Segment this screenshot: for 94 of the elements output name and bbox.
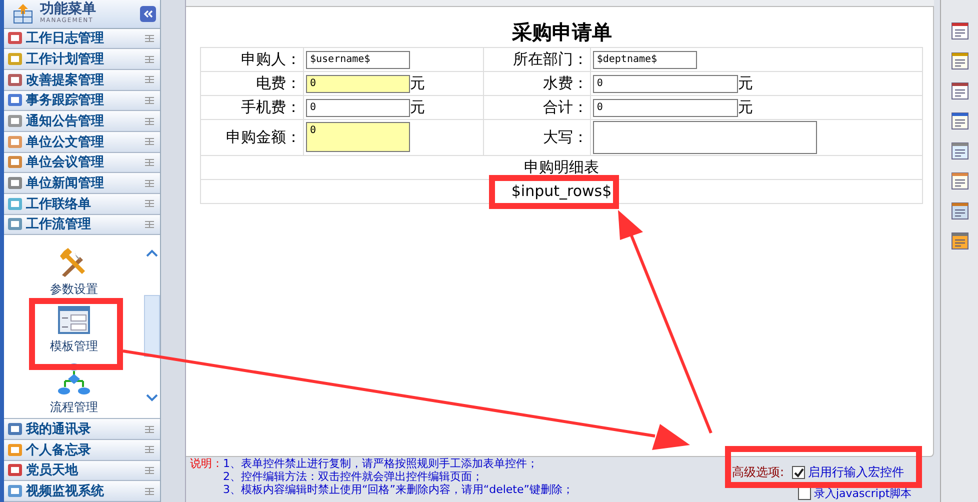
menu-icon [7,113,23,130]
grip-icon [145,200,154,208]
checkbox[interactable] [798,487,811,500]
sidebar-title: 功能菜单 [40,2,97,18]
scroll-down-icon[interactable] [146,394,158,402]
grip-icon [145,446,154,454]
grip-icon [145,76,154,84]
menu-icon [7,196,23,212]
menu-icon [7,72,23,88]
grip-icon [145,466,154,474]
module-item[interactable]: 流程管理 [50,363,98,416]
unit-label: 元 [738,74,753,92]
macro-text: $input_rows$ [511,182,612,200]
menu-item[interactable]: 通知公告管理 [4,111,160,132]
tool-icon[interactable] [950,142,968,160]
menu-item[interactable]: 工作流管理 [4,214,160,236]
field-label: 申购金额： [200,119,304,156]
collapse-button[interactable] [140,6,156,22]
form-icon [58,306,90,334]
tool-icon[interactable] [950,52,968,70]
menu-item[interactable]: 单位新闻管理 [4,173,160,194]
menu-item[interactable]: 工作计划管理 [4,49,160,70]
tool-icon[interactable] [950,82,968,100]
chevrons-icon [143,10,153,18]
menu-item[interactable]: 视频监视系统 [4,481,160,502]
grip-icon [145,138,154,146]
flowchart-icon [57,363,91,396]
menu-icon [7,92,23,108]
tool-icon[interactable] [950,202,968,220]
menu-item[interactable]: 工作联络单 [4,194,160,215]
menu-icon [7,216,23,232]
field-label: 申购人： [200,47,304,72]
note-line: 1、表单控件禁止进行复制，请严格按照规则手工添加表单控件； [223,457,539,470]
field-label: 电费： [200,71,304,96]
grip-icon [145,220,154,228]
menu-icon [7,483,23,500]
menu-icon [7,30,23,46]
home-icon [12,2,34,25]
menu-item[interactable]: 我的通讯录 [4,419,160,440]
field-label: 手机费： [200,95,304,120]
unit-label: 元 [410,98,425,116]
grip-icon [145,34,154,42]
tool-icon[interactable] [950,112,968,130]
notes-label: 说明： [190,457,223,472]
field-label: 所在部门： [483,47,590,72]
tool-icon[interactable] [950,22,968,40]
grip-icon [145,488,154,495]
unit-label: 元 [738,98,753,116]
module-item[interactable]: 参数设置 [50,247,98,298]
option-checkbox[interactable]: 录入javascript脚本 [798,487,912,500]
option-checkbox[interactable]: 启用行输入宏控件 [792,464,904,481]
scroll-thumb[interactable] [144,294,160,357]
menu-item[interactable]: 个人备忘录 [4,440,160,461]
grip-icon [145,96,154,104]
input-field[interactable]: $username$ [306,50,410,69]
menu-icon [7,442,23,458]
grip-icon [145,426,154,433]
grip-icon [145,56,154,63]
field-label: 合计： [483,95,590,120]
menu-icon [7,134,23,150]
grip-icon [145,158,154,166]
menu-item[interactable]: 单位会议管理 [4,152,160,174]
unit-label: 元 [410,74,425,92]
note-line: 2、控件编辑方法：双击控件就会弹出控件编辑页面； [223,470,484,483]
grip-icon [145,180,154,187]
field-label: 大写： [483,119,590,156]
options-label: 高级选项: [732,464,784,481]
menu-item[interactable]: 工作日志管理 [4,28,160,50]
note-line: 3、模板内容编辑时禁止使用“回格”来删除内容，请用“delete”键删除； [223,483,574,496]
input-field[interactable]: 0 [306,122,410,152]
menu-item[interactable]: 单位公文管理 [4,132,160,153]
input-field[interactable]: 0 [306,74,410,93]
input-field[interactable]: 0 [592,74,738,93]
menu-item[interactable]: 事务跟踪管理 [4,90,160,112]
section-title: 申购明细表 [524,158,599,176]
tool-icon[interactable] [950,232,968,250]
menu-icon [7,51,23,68]
input-field[interactable]: 0 [592,98,738,117]
tool-icon[interactable] [950,172,968,190]
form-title: 采购申请单 [511,18,613,46]
menu-icon [7,462,23,478]
input-field[interactable]: 0 [306,98,410,117]
menu-icon [7,421,23,438]
module-item[interactable]: 模板管理 [50,306,98,356]
input-field[interactable]: $deptname$ [592,50,697,69]
menu-item[interactable]: 党员天地 [4,460,160,482]
field-label: 水费： [483,71,590,96]
menu-icon [7,154,23,170]
scroll-up-icon[interactable] [146,249,158,258]
menu-icon [7,175,23,192]
input-field[interactable] [592,120,817,154]
grip-icon [145,118,154,125]
checkbox[interactable] [792,466,806,479]
menu-item[interactable]: 改善提案管理 [4,70,160,91]
